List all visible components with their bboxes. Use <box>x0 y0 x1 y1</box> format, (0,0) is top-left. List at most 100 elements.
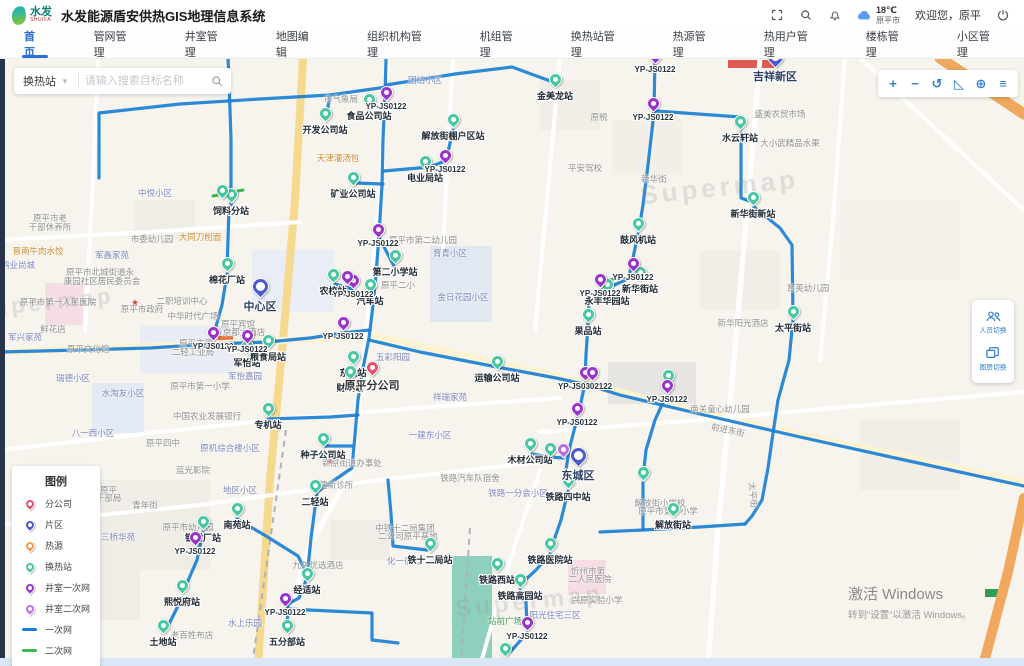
map-label: 原平四中 <box>146 437 180 449</box>
legend-label: 井室二次网 <box>45 602 90 615</box>
logo-icon <box>11 5 28 26</box>
map-label: 一建东小区 <box>409 429 452 441</box>
map-label: 青年街 <box>132 499 158 511</box>
map-label: 市委幼儿园 <box>131 233 174 245</box>
bell-icon[interactable] <box>828 8 842 22</box>
zoom-out-button[interactable]: − <box>904 70 926 97</box>
map-label: 原机综合楼小区 <box>200 442 260 454</box>
tab-小区管理[interactable]: 小区管理 <box>933 30 1024 58</box>
users-icon <box>985 310 1002 323</box>
marker-label: 第二小学站 <box>372 265 417 278</box>
map-label: 蓝光影院 <box>176 464 210 476</box>
marker-label: 铁十二局站 <box>407 553 452 566</box>
map-label: 军怡嘉园 <box>228 370 262 382</box>
marker-label: 中心区 <box>244 298 277 314</box>
map-label: 水上乐园 <box>228 617 262 629</box>
井室一次网-legend-icon <box>22 580 36 594</box>
marker-label: 果品站 <box>574 324 601 337</box>
search-category-select[interactable]: 换热站 ▼ <box>14 73 78 89</box>
marker-label: 经适站 <box>293 583 320 596</box>
tab-热源管理[interactable]: 热源管理 <box>649 30 740 58</box>
tab-首页[interactable]: 首页 <box>0 30 70 58</box>
map-label: 原平市第二幼儿园 <box>389 234 457 246</box>
tab-机组管理[interactable]: 机组管理 <box>456 30 547 58</box>
chevron-down-icon: ▼ <box>61 77 69 86</box>
layer-switch-button[interactable]: 图层切换 <box>972 341 1014 378</box>
app-logo: 水发 SHUIFA <box>12 6 52 25</box>
legend-label: 换热站 <box>45 560 72 573</box>
legend-label: 片区 <box>45 518 63 531</box>
app-window: 水发 SHUIFA 水发能源盾安供热GIS地理信息系统 18℃ 原平市 <box>0 0 1024 666</box>
side-controls: 人员切换 图层切换 <box>972 300 1014 383</box>
marker-label: YP-JS0122 <box>323 332 364 341</box>
activation-line2: 转到“设置”以激活 Windows。 <box>848 607 972 621</box>
marker-label: YP-JS0122 <box>557 418 598 427</box>
map-toolbar: +−↺◺⊕≡ <box>878 70 1018 97</box>
cloud-icon <box>857 9 872 21</box>
map-label: 太平街 <box>746 482 760 508</box>
list-button[interactable]: ≡ <box>992 70 1014 97</box>
map-label: 祥瑞家苑 <box>433 391 467 403</box>
tab-楼栋管理[interactable]: 楼栋管理 <box>842 30 933 58</box>
marker-label: 铁路西站 <box>479 573 515 586</box>
marker-label: 矿业公司站 <box>330 187 375 200</box>
search-icon[interactable] <box>799 8 813 22</box>
tab-换热站管理[interactable]: 换热站管理 <box>547 30 649 58</box>
tab-管网管理[interactable]: 管网管理 <box>70 30 161 58</box>
map-legend: 图例 分公司片区热源换热站井室一次网井室二次网一次网二次网大楼 <box>12 466 100 666</box>
reset-button[interactable]: ↺ <box>926 70 948 97</box>
marker-label: YP-JS0122 <box>175 547 216 556</box>
map-label: 二职培训中心 <box>156 295 207 307</box>
tab-组织机构管理[interactable]: 组织机构管理 <box>343 30 456 58</box>
legend-label: 一次网 <box>45 623 72 636</box>
collapsed-sidebar[interactable] <box>0 58 5 666</box>
layers-icon <box>985 346 1001 360</box>
road <box>820 58 845 360</box>
marker-label: 解放街站 <box>655 518 691 531</box>
marker-label: 吉祥新区 <box>753 68 797 84</box>
legend-item-换热站: 换热站 <box>22 560 90 573</box>
map-label: 育青小区 <box>433 247 467 259</box>
tab-井室管理[interactable]: 井室管理 <box>161 30 252 58</box>
marker-label: 二轻站 <box>301 495 328 508</box>
measure-button[interactable]: ◺ <box>948 70 970 97</box>
pipe-primary[interactable] <box>754 207 793 316</box>
marker-label: YP-JS0302122 <box>558 382 612 391</box>
legend-item-二次网: 二次网 <box>22 644 90 657</box>
marker-label: YP-JS0122 <box>647 395 688 404</box>
legend-item-热源: 热源 <box>22 539 90 552</box>
map-label: 九久优选酒店 <box>292 559 343 571</box>
map-label: 原税 <box>590 111 607 123</box>
tab-地图编辑[interactable]: 地图编辑 <box>252 30 343 58</box>
staff-switch-button[interactable]: 人员切换 <box>972 305 1014 341</box>
map-label: 团结小区 <box>408 74 442 86</box>
marker-label: YP-JS0122 <box>366 102 407 111</box>
layer-switch-label: 图层切换 <box>980 363 1007 373</box>
map-label: 大同刀削面 <box>179 231 222 243</box>
weather-city: 原平市 <box>876 16 900 25</box>
legend-item-井室一次网: 井室一次网 <box>22 581 90 594</box>
zoom-in-button[interactable]: + <box>882 70 904 97</box>
tab-热用户管理[interactable]: 热用户管理 <box>740 30 842 58</box>
pipe-primary[interactable] <box>639 112 654 229</box>
road <box>983 498 1024 666</box>
marker-label: YP-JS0122 <box>633 113 674 122</box>
search-submit-icon[interactable] <box>203 75 231 87</box>
marker-label: 铁路高园站 <box>497 589 542 602</box>
map-label: 军鑫家苑 <box>95 249 129 261</box>
marker-label: YP-JS0122 <box>635 65 676 74</box>
windows-activation-watermark: 激活 Windows 转到“设置”以激活 Windows。 <box>848 583 972 621</box>
片区-legend-icon <box>22 517 36 531</box>
marker-label: 铁路四中站 <box>545 490 590 503</box>
road <box>708 58 760 666</box>
map-label: 市气象局 <box>324 93 358 105</box>
map-label: 新华阳光酒店 <box>717 317 768 329</box>
locate-button[interactable]: ⊕ <box>970 70 992 97</box>
map-canvas[interactable]: ★★ 团结小区市气象局中悦小区原平市老干部休养所市委幼儿园大同刀削面军鑫家苑晋南… <box>0 58 1024 666</box>
pipe-primary[interactable] <box>356 183 383 184</box>
map-label: 瑞德小区 <box>56 372 90 384</box>
legend-item-分公司: 分公司 <box>22 497 90 510</box>
search-input[interactable] <box>79 75 203 87</box>
logout-icon[interactable] <box>996 8 1010 22</box>
fullscreen-icon[interactable] <box>770 8 784 22</box>
